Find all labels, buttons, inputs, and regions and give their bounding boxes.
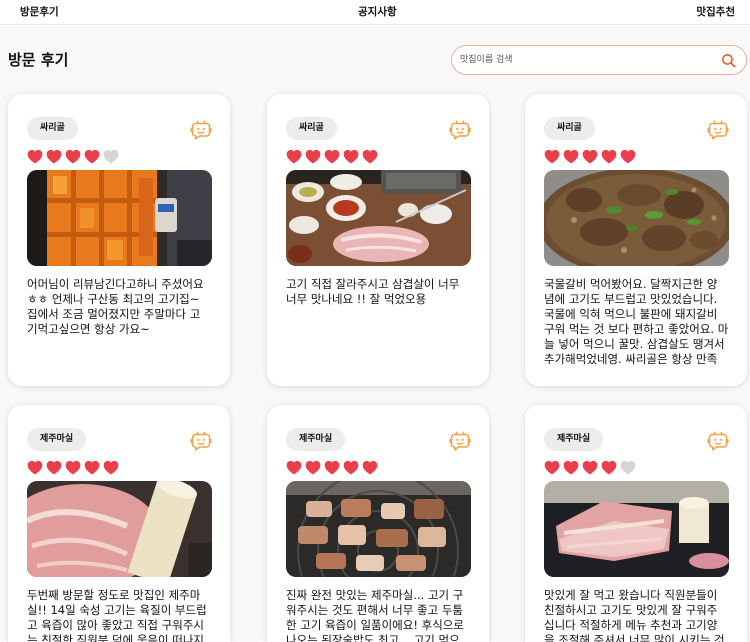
review-text-line: 념에 고기도 부드럽고 맛있었습니다.: [544, 292, 718, 306]
review-card[interactable]: 제주마실 맛있게 잘 먹고 왔습니다 직원분들이 친절하시고 고기도 맛있게 잘…: [525, 405, 747, 642]
review-text: 어머님이 리뷰남긴다고하니 주셨어요 ㅎㅎ 언제나 구산동 최고의 고기집~ 집…: [27, 277, 220, 337]
review-text-line: 국물에 익혀 먹으니 불판에 돼지갈비: [544, 307, 718, 321]
heart-icon: [544, 460, 560, 475]
review-text: 고기 직접 잘라주시고 삼겹살이 너무 너무 맛나네요 !! 잘 먹었오용: [286, 277, 479, 307]
nav-item-recommendations[interactable]: 맛집추천: [696, 0, 735, 24]
rating-hearts: [544, 149, 636, 165]
nav-item-notices[interactable]: 공지사항: [358, 0, 397, 24]
review-photo: [544, 481, 729, 577]
review-text: 두번째 방문할 정도로 맛집인 제주마 실!! 14일 숙성 고기는 육질이 부…: [27, 588, 220, 642]
heart-icon: [362, 460, 378, 475]
heart-icon: [362, 149, 378, 164]
search-icon: [722, 54, 736, 68]
review-text-line: ㅎㅎ 언제나 구산동 최고의 고기집~: [27, 292, 200, 306]
review-text-line: 두번째 방문할 정도로 맛집인 제주마: [27, 588, 201, 602]
heart-icon: [27, 460, 43, 475]
top-nav: 방문후기 공지사항 맛집추천: [0, 0, 750, 25]
heart-icon: [65, 149, 81, 164]
search-input[interactable]: [460, 46, 710, 74]
review-text-line: 친절하시고 고기도 맛있게 잘 구워주: [544, 603, 718, 617]
search-button[interactable]: [720, 52, 737, 69]
review-photo: [27, 170, 212, 266]
heart-icon: [544, 149, 560, 164]
nav-item-reviews[interactable]: 방문후기: [20, 0, 59, 24]
review-text-line: 는 친절한 직원분 덕에 웃음이 떠나지: [27, 633, 204, 642]
review-card[interactable]: 제주마실 진짜 완전 맛있는 제주마실... 고기 구 워주시는 것도 편해서 …: [267, 405, 489, 642]
heart-icon: [563, 460, 579, 475]
review-photo: [27, 481, 212, 577]
heart-icon: [84, 460, 100, 475]
review-text: 진짜 완전 맛있는 제주마실... 고기 구 워주시는 것도 편해서 너무 좋고…: [286, 588, 479, 642]
review-text: 국물갈비 먹어봤어요. 달짝지근한 양 념에 고기도 부드럽고 맛있었습니다. …: [544, 277, 737, 367]
rating-hearts: [286, 460, 378, 476]
chat-face-icon[interactable]: [448, 117, 472, 141]
review-text-line: 을 조절해 주셔서 너무 많이 시키는 것: [544, 633, 725, 642]
heart-icon: [620, 149, 636, 164]
heart-icon: [343, 460, 359, 475]
heart-icon: [84, 149, 100, 164]
review-card[interactable]: 싸리골: [8, 94, 230, 386]
review-text-line: 국물갈비 먹어봤어요. 달짝지근한 양: [544, 277, 718, 291]
review-card[interactable]: 제주마실 두번째 방문할 정도로 맛집인 제주마 실!! 14일 숙성 고기는 …: [8, 405, 230, 642]
review-text-line: 십니다 적절하게 메뉴 추천과 고기양: [544, 618, 718, 632]
review-text-line: 진짜 완전 맛있는 제주마실... 고기 구: [286, 588, 464, 602]
heart-icon: [582, 460, 598, 475]
review-card[interactable]: 싸리골: [267, 94, 489, 386]
heart-icon: [103, 149, 119, 164]
review-text-line: 집에서 조금 멀어졌지만 주말마다 고: [27, 307, 201, 321]
heart-icon: [46, 149, 62, 164]
rating-hearts: [286, 149, 378, 165]
review-text-line: 실!! 14일 숙성 고기는 육질이 부드럽: [27, 603, 207, 617]
heart-icon: [324, 149, 340, 164]
heart-icon: [65, 460, 81, 475]
heart-icon: [305, 149, 321, 164]
chat-face-icon[interactable]: [189, 117, 213, 141]
review-photo: [544, 170, 729, 266]
review-text-line: 어머님이 리뷰남긴다고하니 주셨어요: [27, 277, 204, 291]
heart-icon: [305, 460, 321, 475]
heart-icon: [46, 460, 62, 475]
store-badge: 싸리골: [27, 117, 78, 140]
review-text-line: 맛있게 잘 먹고 왔습니다 직원분들이: [544, 588, 718, 602]
review-text-line: 구워 먹는 것 보다 편하고 좋았어요. 마: [544, 322, 729, 336]
store-badge: 싸리골: [286, 117, 337, 140]
chat-face-icon[interactable]: [706, 428, 730, 452]
heart-icon: [286, 149, 302, 164]
heart-icon: [103, 460, 119, 475]
review-photo: [286, 170, 471, 266]
heart-icon: [601, 460, 617, 475]
store-badge: 제주마실: [27, 428, 87, 451]
review-text-line: 기먹고싶으면 항상 가요~: [27, 322, 150, 336]
heart-icon: [582, 149, 598, 164]
review-text-line: 한 고기 육즙이 일품이에요! 후식으로: [286, 618, 464, 632]
heart-icon: [563, 149, 579, 164]
review-text-line: 너무 맛나네요 !! 잘 먹었오용: [286, 292, 427, 306]
chat-face-icon[interactable]: [189, 428, 213, 452]
review-text-line: 고 육즙이 많아 좋았고 직접 구워주시: [27, 618, 204, 632]
search-box: [451, 45, 747, 75]
review-text-line: 워주시는 것도 편해서 너무 좋고 두툼: [286, 603, 463, 617]
rating-hearts: [27, 460, 119, 476]
review-text: 맛있게 잘 먹고 왔습니다 직원분들이 친절하시고 고기도 맛있게 잘 구워주 …: [544, 588, 737, 642]
store-badge: 제주마실: [544, 428, 604, 451]
heart-icon: [601, 149, 617, 164]
heart-icon: [620, 460, 636, 475]
review-card[interactable]: 싸리골: [525, 94, 747, 386]
review-text-line: 추가해먹었네영. 싸리골은 항상 만족: [544, 352, 718, 366]
review-text-line: 고기 직접 잘라주시고 삼겹살이 너무: [286, 277, 460, 291]
store-badge: 제주마실: [286, 428, 346, 451]
heart-icon: [286, 460, 302, 475]
rating-hearts: [27, 149, 119, 165]
heart-icon: [343, 149, 359, 164]
review-text-line: 나오는 된장술밥도 최고... 고기 먹으: [286, 633, 460, 642]
chat-face-icon[interactable]: [448, 428, 472, 452]
page-title: 방문 후기: [8, 51, 69, 69]
store-badge: 싸리골: [544, 117, 595, 140]
rating-hearts: [544, 460, 636, 476]
heart-icon: [324, 460, 340, 475]
heart-icon: [27, 149, 43, 164]
chat-face-icon[interactable]: [706, 117, 730, 141]
review-text-line: 늘 넣어 먹으니 꿀맛. 삼겹살도 땡겨서: [544, 337, 725, 351]
review-photo: [286, 481, 471, 577]
